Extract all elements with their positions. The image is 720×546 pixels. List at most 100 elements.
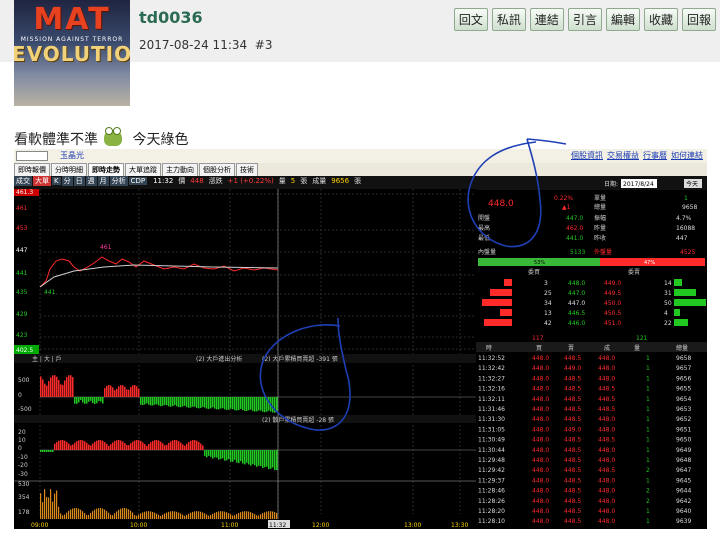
post-button-2[interactable]: 連結: [529, 8, 564, 31]
post-button-4[interactable]: 編輯: [605, 8, 640, 31]
osc1-bar: [108, 385, 110, 397]
tab-1[interactable]: 分時明細: [51, 163, 87, 177]
top-link-2[interactable]: 行事曆: [643, 151, 667, 160]
top-link-3[interactable]: 如何連結: [671, 151, 703, 160]
mode-button-4[interactable]: 日: [73, 176, 85, 186]
top-link-1[interactable]: 交易權益: [607, 151, 639, 160]
volume-bar: [128, 509, 130, 519]
post-button-0[interactable]: 回文: [453, 8, 488, 31]
tick-time: 11:32:16: [478, 386, 505, 393]
tick-header: 賣: [568, 344, 574, 352]
tick-total: 9651: [676, 426, 691, 433]
stock-search-input[interactable]: [16, 151, 48, 161]
tick-bid: 448.0: [532, 355, 549, 362]
volume-bar: [136, 515, 138, 519]
osc1-bar: [70, 375, 72, 397]
osc2-bar: [240, 450, 242, 462]
tab-2[interactable]: 即時走勢: [88, 163, 124, 177]
osc2-bar: [226, 450, 228, 461]
osc2-bar: [268, 450, 270, 470]
bid-price: 447.0: [568, 290, 585, 297]
y-osc2-label: -30: [18, 471, 28, 478]
tick-time: 11:30:49: [478, 437, 505, 444]
y-price-label: 461.3: [16, 189, 33, 196]
osc1-bar: [94, 397, 96, 404]
tick-qty: 2: [646, 498, 650, 505]
quote-row-label2: 振幅: [594, 214, 606, 222]
volume-bar: [180, 513, 182, 519]
osc1-bar: [264, 397, 266, 413]
tick-time: 11:31:05: [478, 426, 505, 433]
mode-button-2[interactable]: K: [52, 177, 61, 185]
osc1-bar: [242, 397, 244, 411]
volume-bar: [146, 511, 148, 519]
tick-qty: 1: [646, 477, 650, 484]
tick-total: 9648: [676, 457, 691, 464]
post-button-6[interactable]: 回報: [681, 8, 716, 31]
post-button-1[interactable]: 私訊: [491, 8, 526, 31]
osc1-bar: [260, 397, 262, 411]
tick-ask: 448.5: [564, 396, 581, 403]
mode-button-8[interactable]: CDP: [128, 177, 148, 185]
osc1-bar: [160, 397, 162, 407]
mode-button-6[interactable]: 月: [97, 176, 109, 186]
volume-bar: [82, 511, 84, 519]
osc2-bar: [58, 440, 60, 450]
tab-0[interactable]: 即時報價: [14, 163, 50, 177]
tick-time: 11:32:11: [478, 396, 505, 403]
volume-bar: [72, 508, 74, 519]
bid-qty: 42: [544, 320, 552, 327]
tick-trade: 448.5: [598, 467, 615, 474]
ask-qty: 50: [664, 300, 672, 307]
osc2-bar: [262, 450, 264, 468]
x-label: 12:00: [312, 522, 329, 529]
tick-ask: 448.5: [564, 508, 581, 515]
volume-bar: [252, 513, 254, 519]
tick-trade: 448.0: [598, 488, 615, 495]
osc2-bar: [214, 450, 216, 458]
username[interactable]: td0036: [139, 8, 203, 27]
osc1-bar: [112, 387, 114, 397]
volume-bar: [108, 512, 110, 519]
tick-time: 11:32:27: [478, 375, 505, 382]
osc1-bar: [204, 397, 206, 408]
volume-bar: [56, 490, 58, 519]
bid-depth-bar: [482, 299, 512, 306]
stock-name[interactable]: 玉晶光: [60, 150, 84, 161]
osc2-bar: [170, 441, 172, 450]
osc2-bar: [126, 444, 128, 450]
osc2-bar: [130, 443, 132, 450]
mode-button-5[interactable]: 週: [85, 176, 97, 186]
post-button-5[interactable]: 收藏: [643, 8, 678, 31]
tick-total: 9654: [676, 396, 691, 403]
tab-5[interactable]: 個股分析: [199, 163, 235, 177]
tab-4[interactable]: 主力動向: [162, 163, 198, 177]
book-header-ask: 委賣: [628, 268, 640, 276]
mode-button-0[interactable]: 成交: [14, 176, 32, 186]
osc1-bar: [106, 385, 108, 397]
mode-button-1[interactable]: 大單: [33, 176, 51, 186]
tick-ask: 448.5: [564, 355, 581, 362]
osc1-bar: [248, 397, 250, 411]
tick-time: 11:29:37: [478, 477, 505, 484]
mode-button-3[interactable]: 分: [61, 176, 73, 186]
tick-trade: 448.0: [598, 365, 615, 372]
tab-6[interactable]: 技術: [236, 163, 258, 177]
volume-bar: [172, 511, 174, 519]
avatar[interactable]: MAT MISSION AGAINST TERROR EVOLUTIO: [14, 0, 130, 106]
quote-row-label: 開盤: [478, 214, 490, 222]
osc1-bar: [118, 386, 120, 397]
post-button-3[interactable]: 引言: [567, 8, 602, 31]
x-label: 09:00: [31, 522, 48, 529]
toolbar-price-label: 價: [178, 177, 186, 185]
volume-bar: [122, 508, 124, 519]
osc1-bar: [170, 397, 172, 407]
osc2-bar: [206, 450, 208, 458]
osc1-bar: [226, 397, 228, 410]
top-link-0[interactable]: 個股資訊: [571, 151, 603, 160]
mode-button-7[interactable]: 分析: [109, 176, 128, 186]
tab-3[interactable]: 大單追蹤: [125, 163, 161, 177]
tick-trade: 448.0: [598, 457, 615, 464]
osc1-bar: [50, 377, 52, 397]
volume-bar: [186, 514, 188, 519]
